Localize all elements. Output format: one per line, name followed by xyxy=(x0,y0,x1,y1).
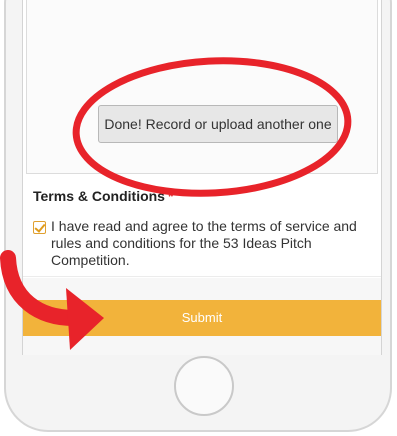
terms-heading-text: Terms & Conditions xyxy=(33,188,165,204)
terms-heading: Terms & Conditions * xyxy=(33,188,173,204)
terms-checkbox[interactable] xyxy=(33,221,46,234)
checkmark-icon xyxy=(34,221,46,233)
required-marker: * xyxy=(167,188,174,204)
footer-strip-bottom xyxy=(23,336,381,355)
terms-agreement-label: I have read and agree to the terms of se… xyxy=(51,218,357,268)
record-upload-another-button[interactable]: Done! Record or upload another one xyxy=(98,105,338,143)
home-button[interactable] xyxy=(174,356,234,416)
phone-screen: Done! Record or upload another one Terms… xyxy=(22,0,382,355)
upload-panel: Done! Record or upload another one xyxy=(26,0,378,174)
divider xyxy=(23,276,381,277)
submit-button[interactable]: Submit xyxy=(23,300,381,336)
footer-strip xyxy=(23,278,381,300)
